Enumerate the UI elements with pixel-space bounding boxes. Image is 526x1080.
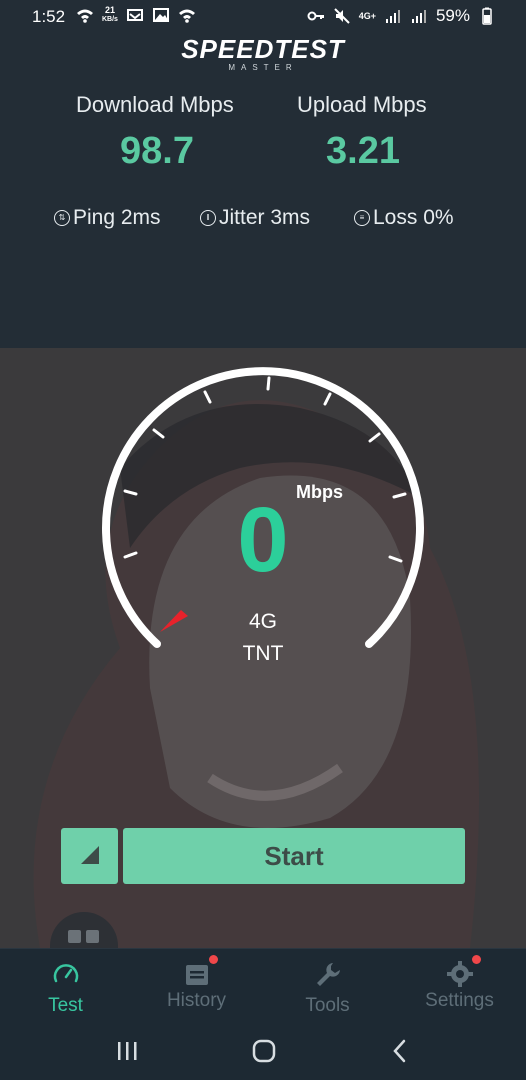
download-value: 98.7 — [120, 130, 194, 172]
tab-history-label: History — [166, 990, 227, 1011]
menu-fab[interactable] — [50, 912, 118, 948]
speedometer-icon — [53, 964, 78, 983]
carrier-name: TNT — [242, 642, 284, 665]
ping-stat: ⇅ Ping 2ms — [54, 206, 161, 230]
tab-test-label: Test — [48, 995, 83, 1016]
tab-tools[interactable]: Tools — [262, 949, 393, 1021]
notification-icon — [126, 9, 143, 21]
bottom-tab-bar: Test History Tools Settings — [0, 948, 526, 1021]
loss-icon: ≡ — [354, 210, 370, 226]
loss-text: Loss 0% — [373, 206, 454, 229]
wifi-icon-2 — [178, 9, 195, 23]
start-button[interactable]: Start — [123, 828, 465, 884]
mute-icon — [333, 8, 350, 24]
signal-icon — [385, 10, 400, 23]
ping-text: Ping 2ms — [73, 206, 161, 229]
wrench-icon — [316, 963, 340, 986]
speed-unit: Mbps — [296, 482, 343, 502]
system-nav-bar — [0, 1020, 526, 1080]
wifi-icon — [77, 9, 93, 23]
gauge-area: 0 Mbps 4G TNT Start — [0, 348, 526, 948]
jitter-text: Jitter 3ms — [219, 206, 311, 229]
calendar-icon — [185, 965, 208, 985]
network-type: 4G — [248, 610, 277, 633]
gear-icon — [446, 961, 473, 987]
tab-tools-label: Tools — [305, 995, 350, 1016]
key-icon — [307, 11, 324, 21]
results-header: SPEEDTEST MASTER Download Mbps 98.7 Uplo… — [0, 34, 526, 348]
tab-settings-label: Settings — [425, 990, 494, 1011]
upload-label: Upload Mbps — [297, 92, 427, 117]
home-button[interactable] — [244, 1038, 284, 1064]
tab-settings[interactable]: Settings — [394, 949, 525, 1021]
ping-icon: ⇅ — [54, 210, 70, 226]
speed-value: 0 — [237, 489, 289, 591]
network-signal-button[interactable] — [61, 828, 118, 884]
settings-badge — [471, 955, 481, 964]
app-logo: SPEEDTEST MASTER — [181, 34, 345, 72]
download-label: Download Mbps — [76, 92, 234, 117]
grid-icon — [68, 930, 99, 943]
tab-history[interactable]: History — [131, 949, 262, 1021]
net-speed-indicator: 21 KB/s — [102, 5, 118, 24]
battery-percent: 59% — [435, 6, 470, 25]
signal-strength-icon — [81, 846, 99, 864]
history-badge — [208, 955, 218, 964]
back-button[interactable] — [380, 1038, 420, 1064]
jitter-stat: ǁ Jitter 3ms — [200, 206, 310, 230]
jitter-icon: ǁ — [200, 210, 216, 226]
network-type-label: 4G+ — [358, 10, 376, 21]
signal-icon-2 — [411, 10, 426, 23]
status-bar: 1:52 21 KB/s 4G+ 59% — [0, 0, 526, 34]
loss-stat: ≡ Loss 0% — [354, 206, 454, 230]
recents-button[interactable] — [107, 1038, 147, 1064]
tab-test[interactable]: Test — [0, 949, 131, 1021]
battery-icon — [482, 7, 492, 25]
gallery-icon — [152, 8, 169, 22]
upload-value: 3.21 — [326, 130, 400, 172]
status-time: 1:52 — [32, 7, 66, 26]
